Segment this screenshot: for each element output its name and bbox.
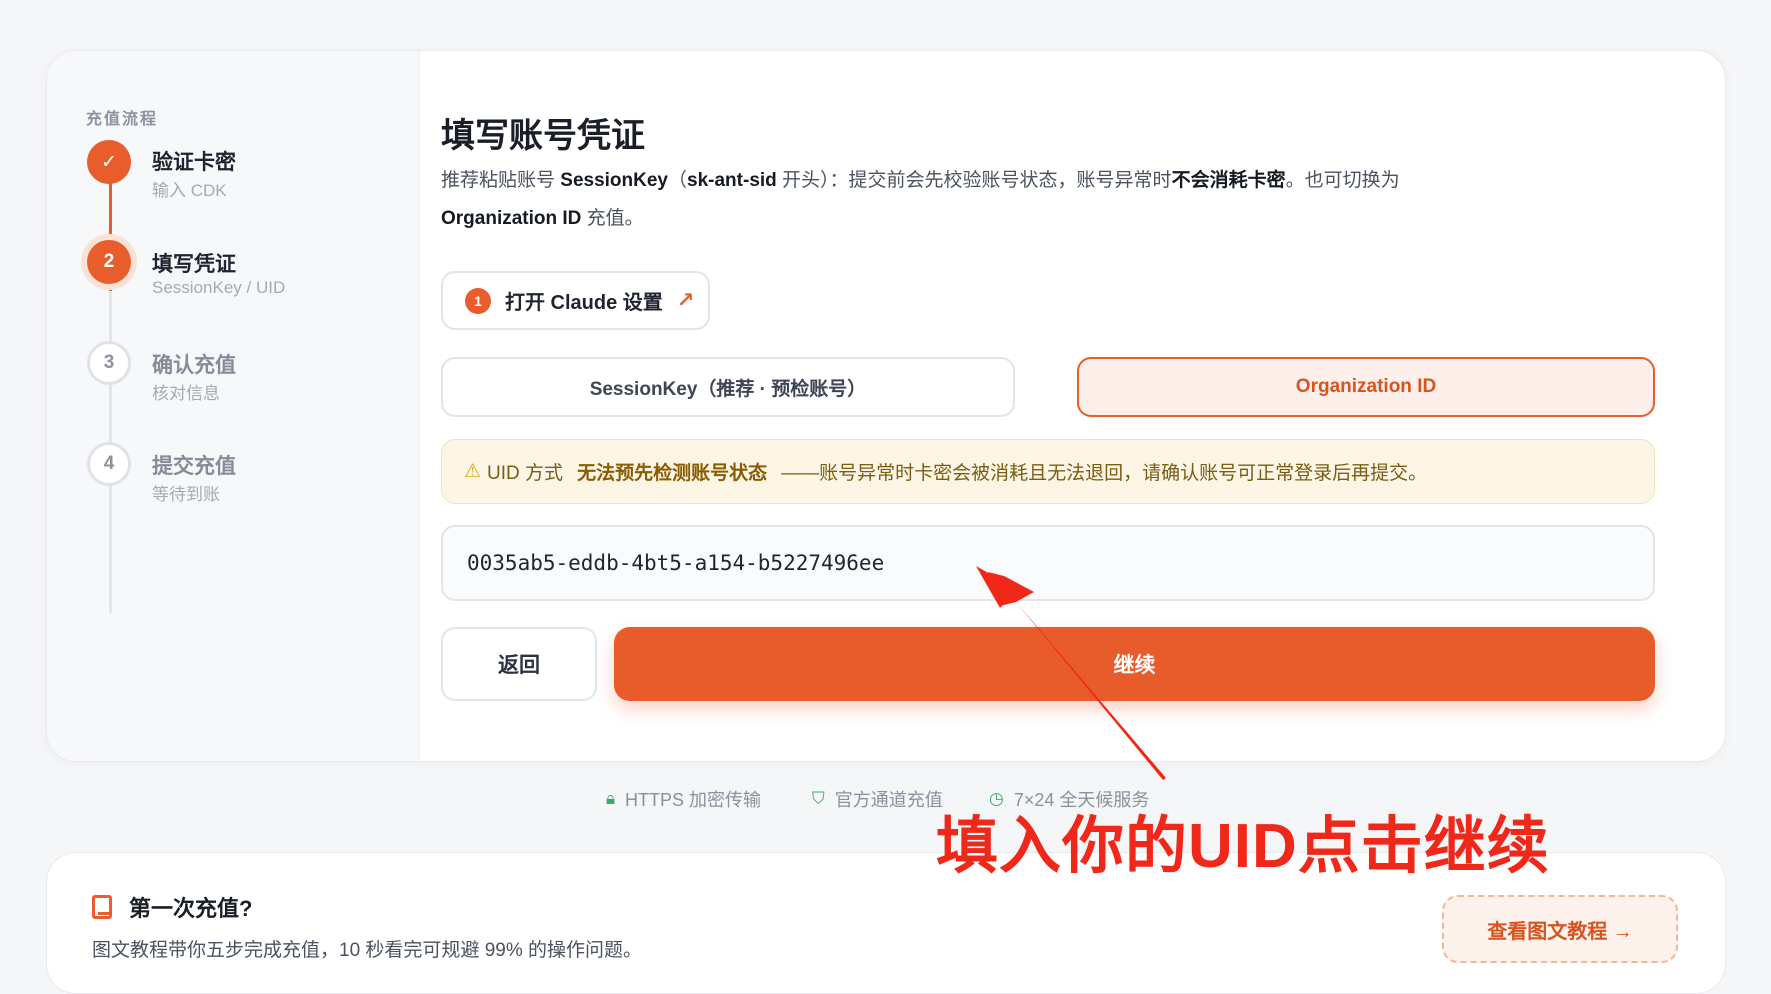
step-4-name: 提交充值 — [152, 455, 236, 478]
step-3-name: 确认充值 — [152, 354, 236, 377]
uid-warning-banner: ⚠ UID 方式 无法预先检测账号状态 ——账号异常时卡密会被消耗且无法退回，请… — [441, 439, 1655, 504]
warning-rest: ——账号异常时卡密会被消耗且无法退回，请确认账号可正常登录后再提交。 — [781, 463, 1428, 484]
step-2-sub: SessionKey / UID — [152, 278, 286, 297]
trust-item-https: 🔒︎ HTTPS 加密传输 — [606, 786, 761, 812]
step-3-sub: 核对信息 — [152, 384, 220, 403]
tutorial-description: 图文教程带你五步完成充值，10 秒看完可规避 99% 的操作问题。 — [92, 940, 642, 961]
step-2-name: 填写凭证 — [152, 253, 236, 276]
warning-strong: 无法预先检测账号状态 — [577, 463, 768, 484]
open-claude-settings-label: 打开 Claude 设置 — [505, 292, 663, 314]
trust-item-official: ⛉ 官方通道充值 — [812, 786, 943, 812]
step-1-name: 验证卡密 — [152, 151, 236, 174]
shield-icon: ⛉ — [812, 789, 825, 808]
warning-lead: UID 方式 — [487, 463, 564, 484]
check-icon: ✓ — [87, 140, 131, 184]
progress-sidebar: 充值流程 ✓ 验证卡密 输入 CDK 2 填写凭证 SessionKey / U… — [47, 51, 420, 761]
step-3-badge: 3 — [87, 341, 131, 385]
page-title: 填写账号凭证 — [441, 117, 645, 155]
book-icon — [92, 895, 112, 919]
lock-icon: 🔒︎ — [606, 789, 616, 808]
external-link-icon: ↗ — [676, 289, 695, 312]
tab-organization-id[interactable]: Organization ID — [1077, 357, 1655, 417]
step-4-sub: 等待到账 — [152, 485, 220, 504]
trust-label-https: HTTPS 加密传输 — [625, 790, 762, 810]
tab-sessionkey[interactable]: SessionKey（推荐 · 预检账号） — [441, 357, 1015, 417]
trust-label-official: 官方通道充值 — [834, 790, 943, 810]
view-tutorial-button[interactable]: 查看图文教程 → — [1442, 895, 1678, 963]
warning-icon: ⚠ — [464, 461, 482, 482]
open-claude-settings-button[interactable]: 1 打开 Claude 设置 ↗ — [441, 271, 710, 330]
continue-button[interactable]: 继续 — [614, 627, 1655, 701]
step-2-badge: 2 — [87, 240, 131, 284]
uid-input[interactable] — [441, 525, 1655, 601]
step-number-badge: 1 — [465, 287, 491, 314]
step-1-sub: 输入 CDK — [152, 181, 227, 200]
page-description: 推荐粘贴账号 SessionKey（sk-ant-sid 开头）：提交前会先校验… — [441, 170, 1400, 229]
sidebar-title: 充值流程 — [86, 111, 159, 128]
tutorial-title: 第一次充值? — [129, 896, 253, 921]
step-4-badge: 4 — [87, 442, 131, 486]
annotation-caption: 填入你的UID点击继续 — [936, 812, 1550, 881]
back-button[interactable]: 返回 — [441, 627, 597, 701]
